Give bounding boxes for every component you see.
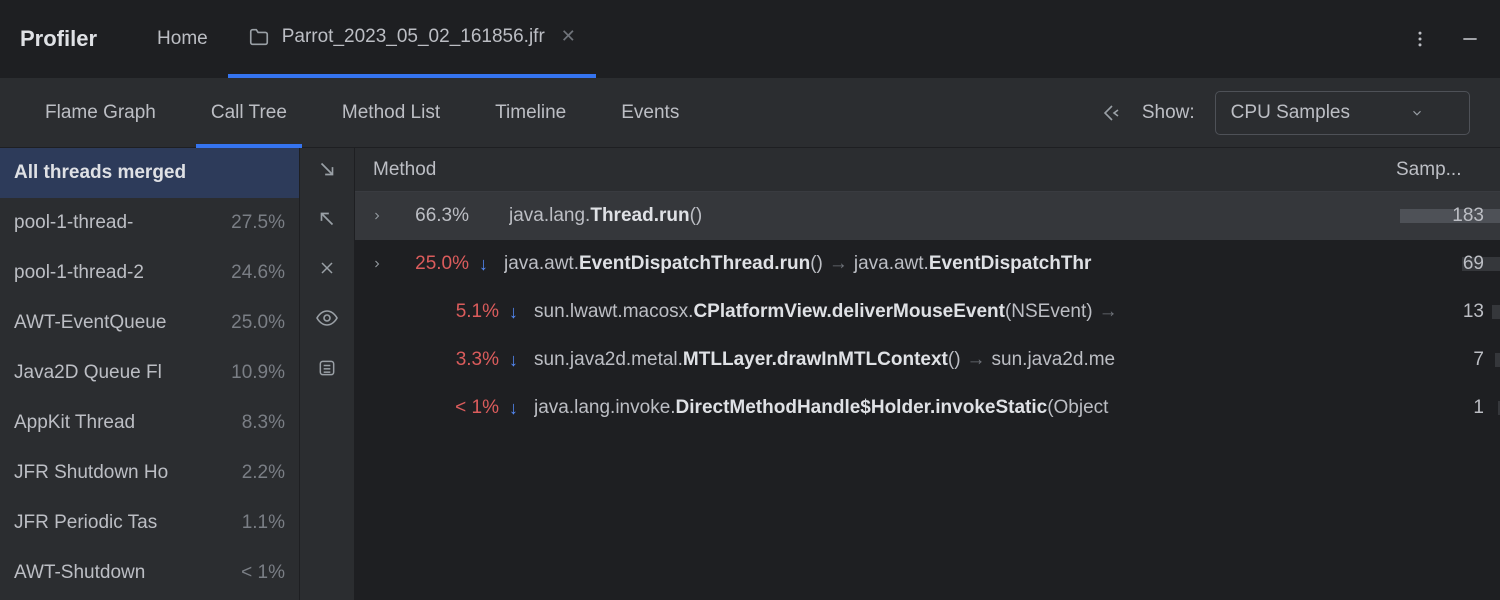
- thread-row[interactable]: AWT-EventQueue 25.0%: [0, 298, 299, 348]
- chevron-down-icon: [1410, 106, 1424, 120]
- caret-icon[interactable]: [365, 210, 389, 222]
- column-header-samples[interactable]: Samp...: [1390, 159, 1500, 181]
- row-pct: 5.1%: [419, 301, 499, 323]
- samples-cell: 7: [1390, 349, 1500, 371]
- expand-down-icon[interactable]: [316, 158, 338, 180]
- row-pct: < 1%: [419, 397, 499, 419]
- subtab-flame-graph[interactable]: Flame Graph: [30, 78, 171, 148]
- thread-panel: All threads mergedpool-1-thread-27.5%poo…: [0, 148, 300, 600]
- samples-cell: 13: [1390, 301, 1500, 323]
- call-tree-row[interactable]: 25.0% ↓ java.awt.EventDispatchThread.run()…: [355, 240, 1500, 288]
- top-actions: [1410, 29, 1480, 49]
- thread-pct: 27.5%: [231, 212, 285, 234]
- thread-name: Java2D Queue Fl: [14, 362, 162, 384]
- thread-row[interactable]: JFR Periodic Tas 1.1%: [0, 498, 299, 548]
- tree-rows: 66.3% java.lang.Thread.run()183 25.0% ↓ java…: [355, 192, 1500, 600]
- thread-name: All threads merged: [14, 162, 186, 184]
- thread-pct: 25.0%: [231, 312, 285, 334]
- method-text: java.lang.Thread.run(): [509, 205, 1390, 227]
- top-bar: Profiler Home Parrot_2023_05_02_161856.j…: [0, 0, 1500, 78]
- thread-name: AWT-Shutdown: [14, 562, 145, 584]
- thread-row[interactable]: AppKit Thread 8.3%: [0, 398, 299, 448]
- tab-home-label: Home: [157, 28, 208, 50]
- call-tree-row[interactable]: 3.3% ↓ sun.java2d.metal.MTLLayer.drawInMTL…: [355, 336, 1500, 384]
- recursive-down-icon: ↓: [509, 398, 518, 419]
- focus-icon[interactable]: [1098, 101, 1122, 125]
- close-icon[interactable]: ✕: [561, 26, 576, 47]
- subtab-call-tree[interactable]: Call Tree: [196, 78, 302, 148]
- thread-name: JFR Periodic Tas: [14, 512, 157, 534]
- tree-header: Method Samp...: [355, 148, 1500, 192]
- subtab-events[interactable]: Events: [606, 78, 694, 148]
- samples-cell: 183: [1390, 205, 1500, 227]
- thread-pct: 2.2%: [242, 462, 285, 484]
- samples-cell: 1: [1390, 397, 1500, 419]
- call-tree-row[interactable]: 66.3% java.lang.Thread.run()183: [355, 192, 1500, 240]
- method-text: java.lang.invoke.DirectMethodHandle$Hold…: [534, 397, 1390, 419]
- recursive-down-icon: ↓: [509, 350, 518, 371]
- thread-pct: 24.6%: [231, 262, 285, 284]
- subtabs-right: Show: CPU Samples: [1098, 91, 1470, 135]
- show-select[interactable]: CPU Samples: [1215, 91, 1470, 135]
- icon-gutter: [300, 148, 355, 600]
- method-text: java.awt.EventDispatchThread.run()→java.…: [504, 253, 1390, 275]
- thread-row[interactable]: AWT-Shutdown < 1%: [0, 548, 299, 598]
- thread-row[interactable]: All threads merged: [0, 148, 299, 198]
- content: All threads mergedpool-1-thread-27.5%poo…: [0, 148, 1500, 600]
- method-text: sun.lwawt.macosx.CPlatformView.deliverMo…: [534, 301, 1390, 323]
- thread-name: JFR Shutdown Ho: [14, 462, 168, 484]
- method-text: sun.java2d.metal.MTLLayer.drawInMTLConte…: [534, 349, 1390, 371]
- thread-pct: 8.3%: [242, 412, 285, 434]
- subtabs-bar: Flame Graph Call Tree Method List Timeli…: [0, 78, 1500, 148]
- folder-icon: [248, 26, 270, 48]
- profiler-title: Profiler: [20, 26, 97, 52]
- row-pct: 3.3%: [419, 349, 499, 371]
- more-icon[interactable]: [1410, 29, 1430, 49]
- minimize-icon[interactable]: [1460, 29, 1480, 49]
- samples-cell: 69: [1390, 253, 1500, 275]
- thread-pct: < 1%: [241, 562, 285, 584]
- thread-row[interactable]: pool-1-thread- 27.5%: [0, 198, 299, 248]
- tab-home[interactable]: Home: [137, 0, 228, 78]
- recursive-down-icon: ↓: [479, 254, 488, 275]
- clear-icon[interactable]: [317, 258, 337, 278]
- collapse-up-icon[interactable]: [316, 208, 338, 230]
- recursive-down-icon: ↓: [509, 302, 518, 323]
- tab-file[interactable]: Parrot_2023_05_02_161856.jfr ✕: [228, 0, 596, 78]
- thread-name: AppKit Thread: [14, 412, 135, 434]
- subtab-timeline[interactable]: Timeline: [480, 78, 581, 148]
- show-label: Show:: [1142, 102, 1195, 124]
- tree-panel: Method Samp... 66.3% java.lang.Thread.run…: [355, 148, 1500, 600]
- tab-file-label: Parrot_2023_05_02_161856.jfr: [282, 26, 545, 48]
- thread-name: pool-1-thread-2: [14, 262, 144, 284]
- thread-pct: 1.1%: [242, 512, 285, 534]
- thread-row[interactable]: JFR Shutdown Ho 2.2%: [0, 448, 299, 498]
- thread-name: pool-1-thread-: [14, 212, 133, 234]
- subtab-method-list[interactable]: Method List: [327, 78, 455, 148]
- list-icon[interactable]: [317, 358, 337, 378]
- row-pct: 25.0%: [389, 253, 469, 275]
- caret-icon[interactable]: [365, 258, 389, 270]
- show-select-value: CPU Samples: [1231, 102, 1350, 124]
- thread-row[interactable]: Java2D Queue Fl 10.9%: [0, 348, 299, 398]
- call-tree-row[interactable]: 5.1% ↓ sun.lwawt.macosx.CPlatformView.deli…: [355, 288, 1500, 336]
- thread-name: AWT-EventQueue: [14, 312, 166, 334]
- eye-icon[interactable]: [315, 306, 339, 330]
- column-header-method[interactable]: Method: [355, 159, 1390, 181]
- thread-row[interactable]: pool-1-thread-2 24.6%: [0, 248, 299, 298]
- thread-pct: 10.9%: [231, 362, 285, 384]
- row-pct: 66.3%: [389, 205, 469, 227]
- call-tree-row[interactable]: < 1% ↓ java.lang.invoke.DirectMethodHandle…: [355, 384, 1500, 432]
